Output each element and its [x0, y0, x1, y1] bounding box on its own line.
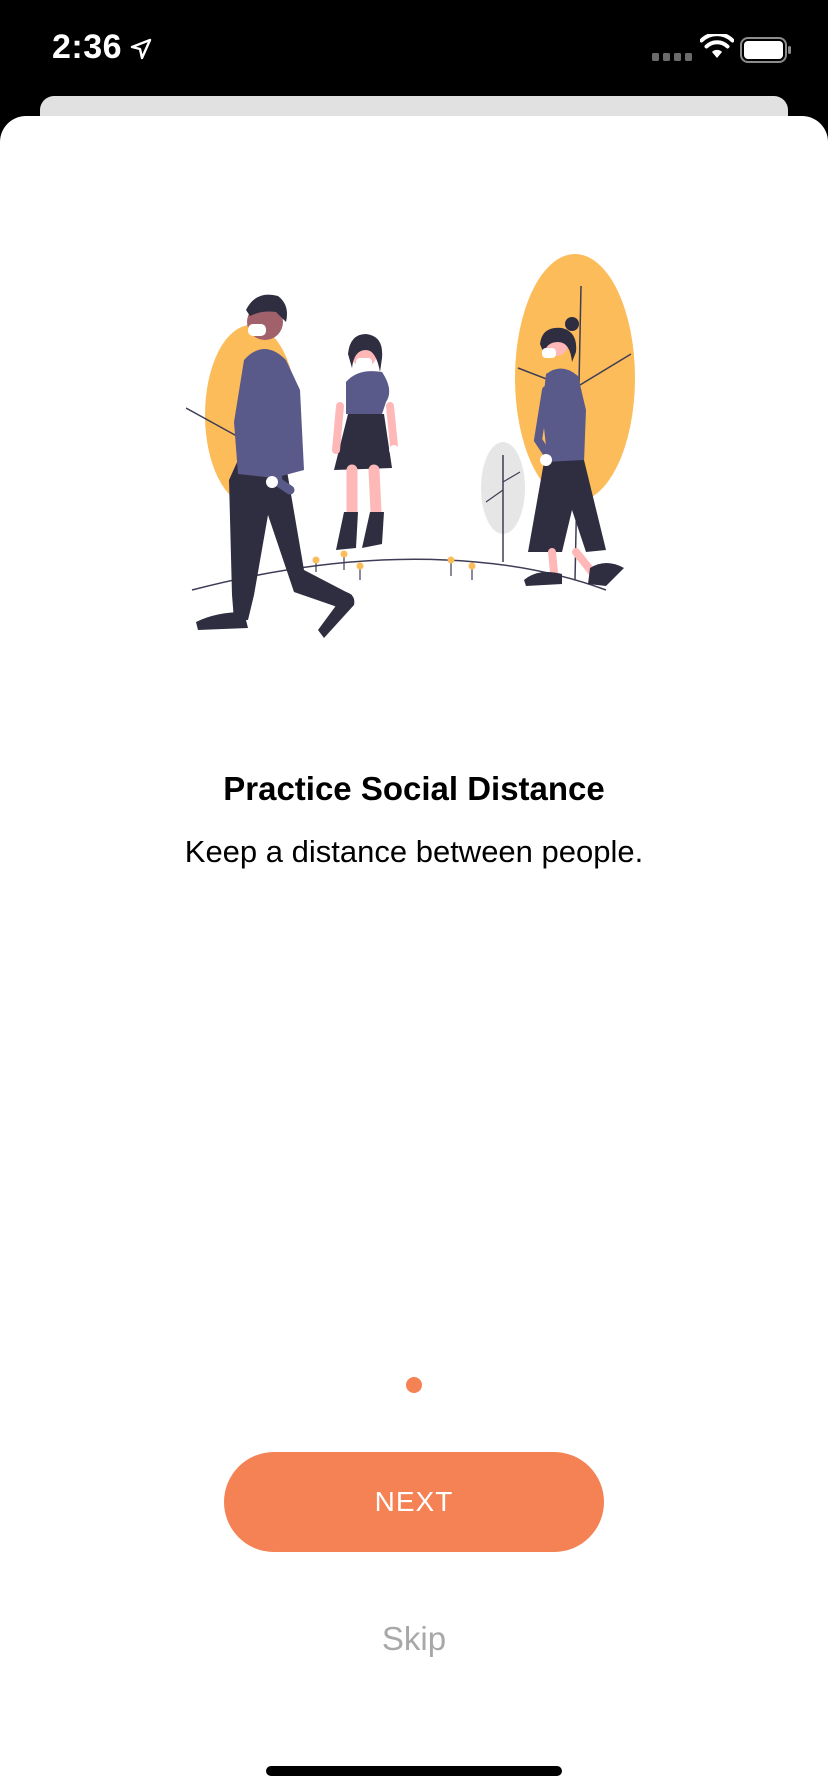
page-indicator-dot [406, 1377, 422, 1393]
skip-button[interactable]: Skip [0, 1620, 828, 1658]
cellular-signal-icon [652, 53, 692, 61]
onboarding-subtitle: Keep a distance between people. [184, 834, 644, 869]
status-bar: 2:36 [0, 0, 828, 100]
home-indicator[interactable] [266, 1766, 562, 1776]
wifi-icon [700, 34, 734, 58]
people-walking-with-masks-illustration [186, 254, 635, 638]
battery-icon [740, 37, 791, 63]
location-arrow-icon [130, 38, 152, 60]
status-time: 2:36 [52, 28, 123, 66]
onboarding-title: Practice Social Distance [223, 770, 605, 807]
next-button[interactable]: NEXT [224, 1452, 604, 1552]
